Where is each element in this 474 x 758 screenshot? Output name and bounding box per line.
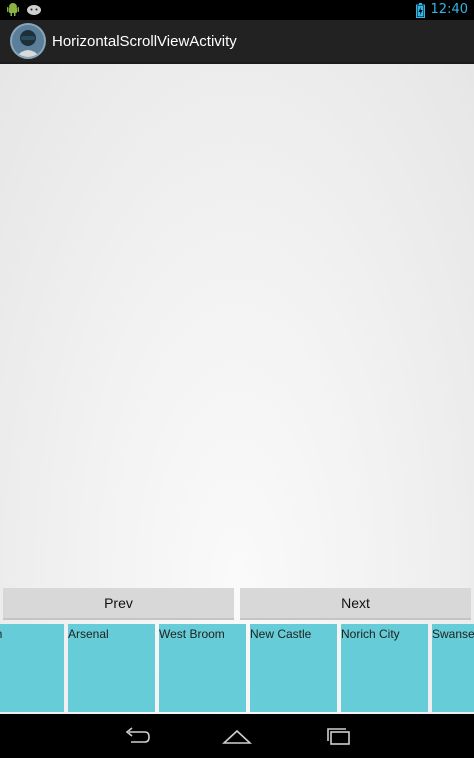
scroll-item[interactable]: Arsenal	[68, 624, 155, 712]
button-row: Prev Next	[0, 588, 474, 620]
scroll-item[interactable]: Norich City	[341, 624, 428, 712]
status-system: 12:40	[415, 1, 468, 19]
scroll-track: Ham Arsenal West Broom New Castle Norich…	[0, 624, 474, 712]
scroll-item[interactable]: West Broom	[159, 624, 246, 712]
avatar-graphic	[16, 30, 40, 57]
home-icon[interactable]	[222, 726, 252, 746]
recent-apps-icon[interactable]	[324, 726, 354, 746]
status-clock: 12:40	[430, 2, 468, 17]
horizontal-scroll-view[interactable]: Ham Arsenal West Broom New Castle Norich…	[0, 624, 474, 712]
next-button[interactable]: Next	[240, 588, 471, 620]
scroll-item[interactable]: Ham	[0, 624, 64, 712]
app-title: HorizontalScrollViewActivity	[52, 32, 237, 50]
status-notifications	[6, 2, 42, 16]
back-icon[interactable]	[121, 726, 151, 746]
battery-charging-icon	[415, 2, 425, 18]
status-bar: 12:40	[0, 0, 474, 20]
scroll-item[interactable]: New Castle	[250, 624, 337, 712]
scroll-item[interactable]: Swansea	[432, 624, 474, 712]
android-notification-icon	[27, 5, 41, 15]
android-debug-icon	[7, 3, 19, 16]
prev-button[interactable]: Prev	[3, 588, 234, 620]
app-avatar-icon[interactable]	[10, 23, 46, 59]
navigation-bar	[0, 714, 474, 758]
action-bar: HorizontalScrollViewActivity	[0, 20, 474, 64]
